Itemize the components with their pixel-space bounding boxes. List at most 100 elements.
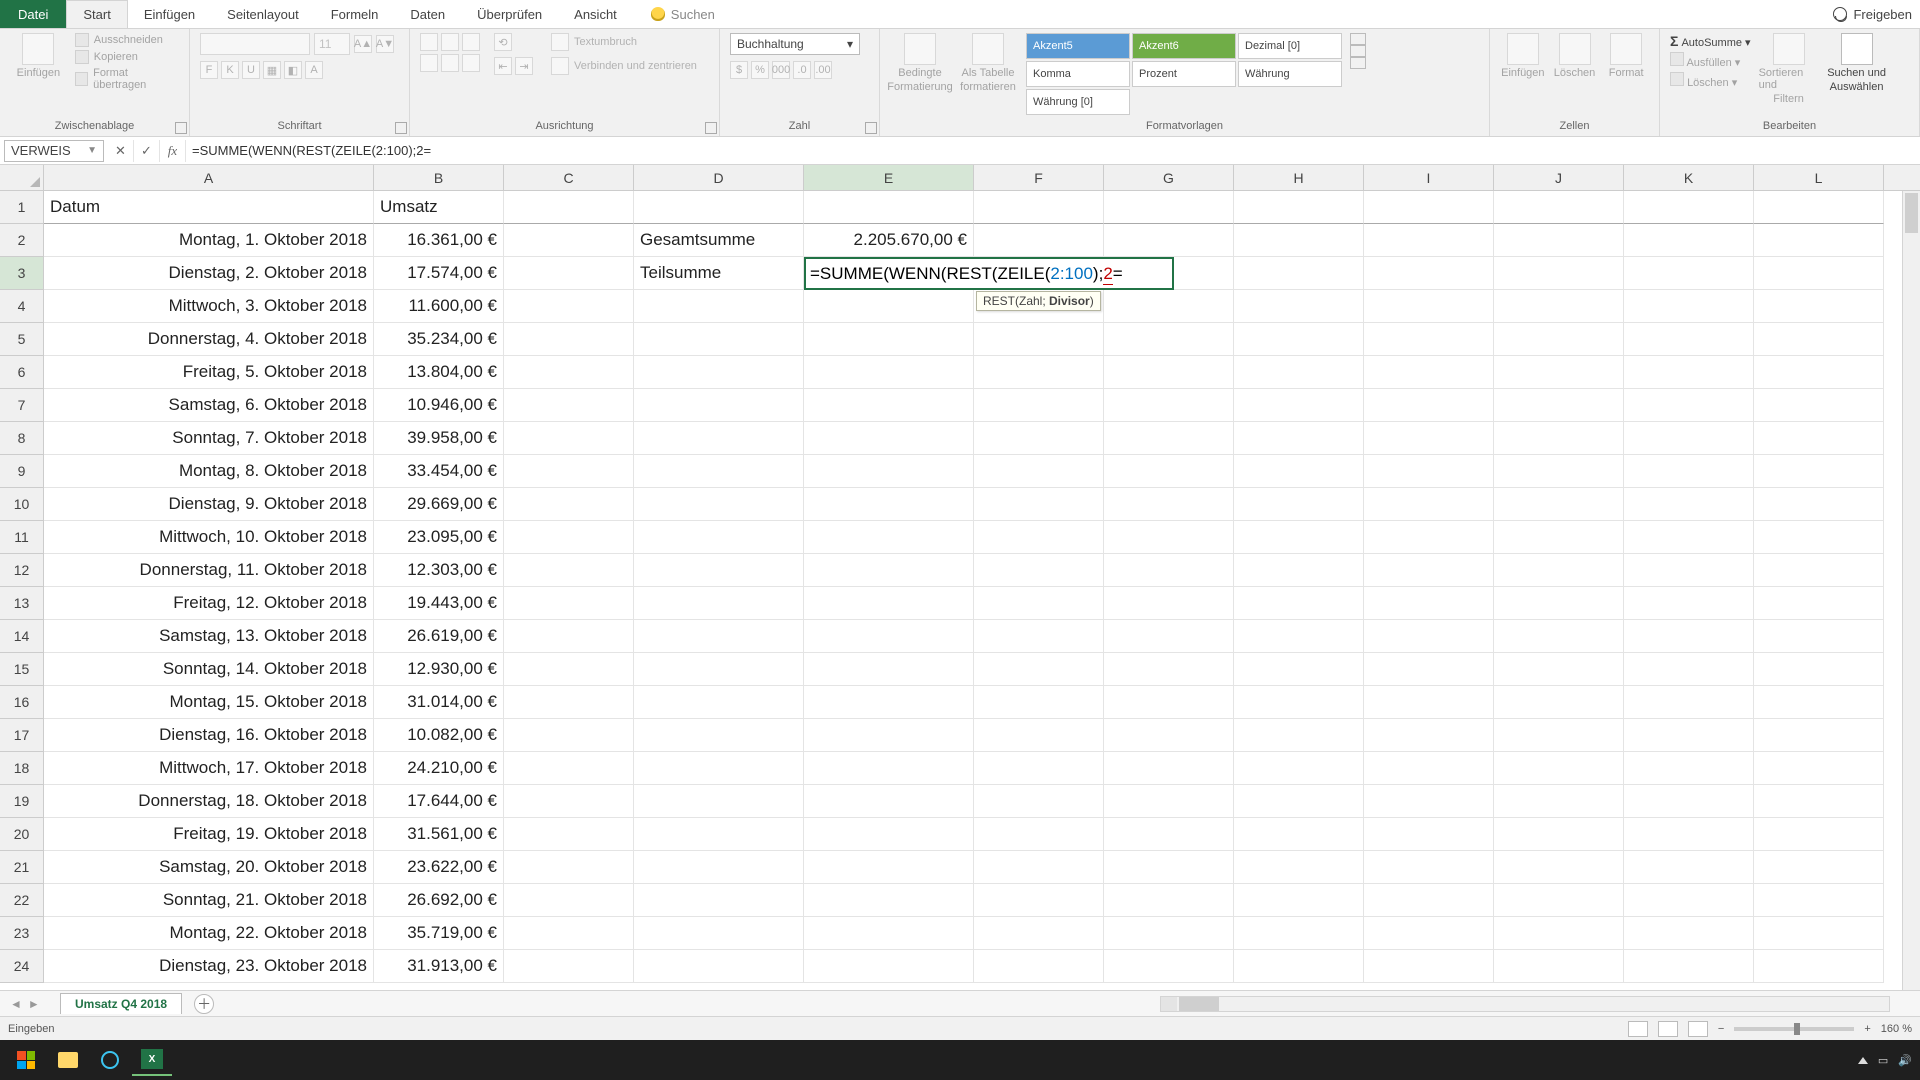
col-header-J[interactable]: J — [1494, 165, 1624, 190]
insert-cells-button[interactable]: Einfügen — [1500, 33, 1546, 79]
row-header-4[interactable]: 4 — [0, 290, 44, 323]
cell-J2[interactable] — [1494, 224, 1624, 257]
cell-F5[interactable] — [974, 323, 1104, 356]
cell-B8[interactable]: 39.958,00 € — [374, 422, 504, 455]
cell-C11[interactable] — [504, 521, 634, 554]
row-header-1[interactable]: 1 — [0, 191, 44, 224]
cell-F9[interactable] — [974, 455, 1104, 488]
cell-L11[interactable] — [1754, 521, 1884, 554]
cell-B4[interactable]: 11.600,00 € — [374, 290, 504, 323]
cell-L22[interactable] — [1754, 884, 1884, 917]
cell-C23[interactable] — [504, 917, 634, 950]
tab-file[interactable]: Datei — [0, 0, 66, 28]
clear-button[interactable]: Löschen ▾ — [1670, 72, 1751, 89]
cell-E8[interactable] — [804, 422, 974, 455]
style-waehrung0[interactable]: Währung [0] — [1026, 89, 1130, 115]
cell-B13[interactable]: 19.443,00 € — [374, 587, 504, 620]
view-pagebreak-button[interactable] — [1688, 1021, 1708, 1037]
border-button[interactable]: ▦ — [263, 61, 281, 79]
cell-E5[interactable] — [804, 323, 974, 356]
cell-J16[interactable] — [1494, 686, 1624, 719]
cell-G22[interactable] — [1104, 884, 1234, 917]
cell-F21[interactable] — [974, 851, 1104, 884]
cell-D15[interactable] — [634, 653, 804, 686]
cell-D10[interactable] — [634, 488, 804, 521]
font-size-combo[interactable] — [314, 33, 350, 55]
cell-G19[interactable] — [1104, 785, 1234, 818]
increase-decimal[interactable]: .0 — [793, 61, 811, 79]
delete-cells-button[interactable]: Löschen — [1552, 33, 1598, 79]
add-sheet-button[interactable]: ＋ — [194, 994, 214, 1014]
cell-K10[interactable] — [1624, 488, 1754, 521]
cell-F14[interactable] — [974, 620, 1104, 653]
format-painter-button[interactable]: Format übertragen — [75, 67, 179, 91]
cell-H3[interactable] — [1234, 257, 1364, 290]
col-header-C[interactable]: C — [504, 165, 634, 190]
cell-H4[interactable] — [1234, 290, 1364, 323]
cell-E15[interactable] — [804, 653, 974, 686]
cell-B1[interactable]: Umsatz — [374, 191, 504, 224]
col-header-K[interactable]: K — [1624, 165, 1754, 190]
tray-sound-icon[interactable]: 🔊 — [1898, 1054, 1912, 1067]
cell-A23[interactable]: Montag, 22. Oktober 2018 — [44, 917, 374, 950]
cell-I24[interactable] — [1364, 950, 1494, 983]
cell-G14[interactable] — [1104, 620, 1234, 653]
formula-input[interactable]: =SUMME(WENN(REST(ZEILE(2:100);2= — [186, 140, 1920, 162]
cell-I6[interactable] — [1364, 356, 1494, 389]
decrease-indent[interactable]: ⇤ — [494, 57, 512, 75]
cell-F8[interactable] — [974, 422, 1104, 455]
cell-L14[interactable] — [1754, 620, 1884, 653]
tab-start[interactable]: Start — [66, 0, 127, 28]
cell-B12[interactable]: 12.303,00 € — [374, 554, 504, 587]
cell-G18[interactable] — [1104, 752, 1234, 785]
cell-B19[interactable]: 17.644,00 € — [374, 785, 504, 818]
cell-K7[interactable] — [1624, 389, 1754, 422]
system-tray[interactable]: ▭ 🔊 — [1858, 1054, 1912, 1067]
cell-A20[interactable]: Freitag, 19. Oktober 2018 — [44, 818, 374, 851]
cell-D14[interactable] — [634, 620, 804, 653]
tab-formulas[interactable]: Formeln — [315, 0, 395, 28]
row-header-17[interactable]: 17 — [0, 719, 44, 752]
cell-G5[interactable] — [1104, 323, 1234, 356]
cell-A12[interactable]: Donnerstag, 11. Oktober 2018 — [44, 554, 374, 587]
cell-C8[interactable] — [504, 422, 634, 455]
tell-me-search[interactable]: Suchen — [633, 0, 715, 28]
cell-K22[interactable] — [1624, 884, 1754, 917]
cell-E11[interactable] — [804, 521, 974, 554]
cell-F24[interactable] — [974, 950, 1104, 983]
row-header-19[interactable]: 19 — [0, 785, 44, 818]
cell-C1[interactable] — [504, 191, 634, 224]
align-middle[interactable] — [441, 33, 459, 51]
cell-G10[interactable] — [1104, 488, 1234, 521]
cell-H13[interactable] — [1234, 587, 1364, 620]
tab-data[interactable]: Daten — [394, 0, 461, 28]
row-header-12[interactable]: 12 — [0, 554, 44, 587]
cell-J22[interactable] — [1494, 884, 1624, 917]
cell-C10[interactable] — [504, 488, 634, 521]
cell-G15[interactable] — [1104, 653, 1234, 686]
cell-D5[interactable] — [634, 323, 804, 356]
cell-G12[interactable] — [1104, 554, 1234, 587]
cell-H19[interactable] — [1234, 785, 1364, 818]
cell-B7[interactable]: 10.946,00 € — [374, 389, 504, 422]
cell-H8[interactable] — [1234, 422, 1364, 455]
cell-E17[interactable] — [804, 719, 974, 752]
conditional-formatting-button[interactable]: Bedingte Formatierung — [890, 33, 950, 93]
cell-A22[interactable]: Sonntag, 21. Oktober 2018 — [44, 884, 374, 917]
col-header-E[interactable]: E — [804, 165, 974, 190]
cell-C17[interactable] — [504, 719, 634, 752]
cell-A14[interactable]: Samstag, 13. Oktober 2018 — [44, 620, 374, 653]
cell-I13[interactable] — [1364, 587, 1494, 620]
col-header-I[interactable]: I — [1364, 165, 1494, 190]
style-waehrung[interactable]: Währung — [1238, 61, 1342, 87]
cell-A17[interactable]: Dienstag, 16. Oktober 2018 — [44, 719, 374, 752]
cell-L20[interactable] — [1754, 818, 1884, 851]
row-header-23[interactable]: 23 — [0, 917, 44, 950]
cell-E20[interactable] — [804, 818, 974, 851]
cell-A16[interactable]: Montag, 15. Oktober 2018 — [44, 686, 374, 719]
cell-E6[interactable] — [804, 356, 974, 389]
cell-F7[interactable] — [974, 389, 1104, 422]
cell-C5[interactable] — [504, 323, 634, 356]
taskbar-browser[interactable] — [90, 1044, 130, 1076]
row-header-6[interactable]: 6 — [0, 356, 44, 389]
